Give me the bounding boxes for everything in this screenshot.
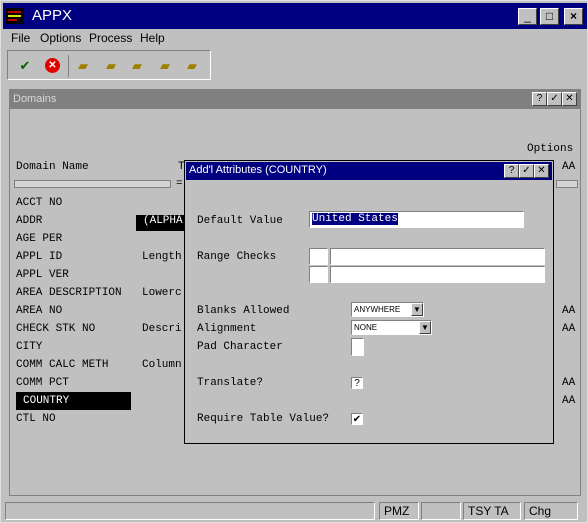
check-icon: ✓	[550, 93, 559, 104]
appx-logo-icon[interactable]	[6, 8, 24, 24]
list-item[interactable]: APPL VER	[16, 269, 131, 285]
list-item-desc: Column	[142, 359, 182, 371]
menu-help[interactable]: Help	[140, 31, 165, 45]
status-cell-tsy: TSY TA	[463, 502, 521, 520]
list-item-option: AA	[562, 377, 576, 389]
list-item[interactable]: AGE PER	[16, 233, 131, 249]
aa-header: AA	[562, 161, 576, 173]
status-message	[5, 502, 375, 520]
dialog-ok-button[interactable]: ✓	[519, 164, 534, 178]
options-column-scrollbar[interactable]	[556, 180, 578, 188]
range-check-op-1[interactable]	[309, 248, 328, 265]
blanks-allowed-value: ANYWHERE	[354, 305, 401, 314]
range-checks-label: Range Checks	[197, 251, 277, 263]
list-item-option: AA	[562, 305, 576, 317]
domains-title: Domains	[13, 93, 57, 105]
cancel-icon[interactable]: ✕	[42, 56, 64, 76]
eq-marker: =	[176, 178, 183, 190]
list-item-desc: (ALPHA	[136, 215, 188, 231]
list-item-option: AA	[562, 395, 576, 407]
list-item-desc: Descri	[142, 323, 182, 335]
status-cell-pmz: PMZ	[379, 502, 419, 520]
list-item-selected[interactable]: COUNTRY	[16, 392, 131, 410]
blanks-allowed-label: Blanks Allowed	[197, 305, 290, 317]
search-folder-icon[interactable]: ▰	[126, 56, 148, 76]
checkmark-icon: ✔	[352, 414, 362, 425]
pad-character-input[interactable]	[351, 338, 364, 356]
status-bar: PMZ TSY TA Chg	[3, 500, 587, 522]
chevron-down-icon[interactable]: ▼	[419, 321, 431, 334]
list-item[interactable]: ACCT NO	[16, 197, 131, 213]
title-bar[interactable]: APPX _ □ ×	[3, 3, 587, 29]
chevron-down-icon[interactable]: ▼	[411, 303, 423, 316]
dialog-close-button[interactable]: ✕	[534, 164, 549, 178]
domains-close-button[interactable]: ✕	[562, 92, 577, 106]
toolbar: ✔ ✕ ▰ ▰ ▰ ▰ ▰	[7, 50, 211, 80]
close-icon: ×	[569, 9, 577, 23]
list-item[interactable]: AREA NO	[16, 305, 131, 321]
status-cell-empty	[421, 502, 461, 520]
name-column-scrollbar[interactable]	[14, 180, 171, 188]
domains-help-button[interactable]: ?	[532, 92, 547, 106]
list-item[interactable]: COMM PCT	[16, 377, 131, 393]
list-item[interactable]: CTL NO	[16, 413, 131, 429]
list-item-desc: Length	[142, 251, 182, 263]
status-cell-chg: Chg	[524, 502, 578, 520]
help-icon: ?	[536, 93, 543, 104]
domains-title-bar[interactable]: Domains ? ✓ ✕	[10, 90, 580, 109]
list-item-desc: Lowerc	[142, 287, 182, 299]
menu-options[interactable]: Options	[40, 31, 81, 45]
range-check-op-2[interactable]	[309, 266, 328, 283]
range-check-value-1[interactable]	[330, 248, 545, 265]
list-item-option: AA	[562, 323, 576, 335]
help-icon: ?	[508, 165, 515, 176]
blanks-allowed-select[interactable]: ANYWHERE ▼	[351, 302, 424, 317]
default-value-label: Default Value	[197, 215, 283, 227]
minimize-button[interactable]: _	[518, 8, 537, 25]
translate-checkbox[interactable]: ?	[351, 377, 363, 389]
domains-ok-button[interactable]: ✓	[547, 92, 562, 106]
options-header: Options	[527, 143, 574, 155]
alignment-select[interactable]: NONE ▼	[351, 320, 432, 335]
list-item[interactable]: COMM CALC METH	[16, 359, 131, 375]
require-table-label: Require Table Value?	[197, 413, 330, 425]
menu-bar: File Options Process Help	[3, 29, 587, 47]
app-title: APPX	[32, 7, 73, 24]
close-icon: ✕	[565, 93, 574, 104]
dialog-help-button[interactable]: ?	[504, 164, 519, 178]
maximize-button[interactable]: □	[540, 8, 559, 25]
add-folder-icon[interactable]: ▰	[72, 56, 94, 76]
list-item[interactable]: CHECK STK NO	[16, 323, 131, 339]
attributes-dialog: Add'l Attributes (COUNTRY) ? ✓ ✕ Default…	[184, 160, 554, 444]
check-icon: ✓	[522, 165, 531, 176]
list-item[interactable]: APPL ID	[16, 251, 131, 267]
check-icon[interactable]: ✔	[14, 56, 36, 76]
alignment-value: NONE	[354, 323, 378, 332]
folder-check-icon[interactable]: ▰	[181, 56, 203, 76]
require-table-checkbox[interactable]: ✔	[351, 413, 363, 425]
app-window: APPX _ □ × File Options Process Help ✔ ✕…	[0, 0, 588, 523]
list-item[interactable]: CITY	[16, 341, 131, 357]
minimize-icon: _	[524, 9, 531, 23]
maximize-icon: □	[545, 9, 554, 23]
close-button[interactable]: ×	[564, 8, 583, 25]
default-value-input[interactable]: United States	[309, 211, 524, 228]
domain-name-header: Domain Name	[16, 161, 89, 173]
default-value-text: United States	[312, 213, 398, 225]
list-item[interactable]: AREA DESCRIPTION	[16, 287, 131, 303]
menu-process[interactable]: Process	[89, 31, 132, 45]
alignment-label: Alignment	[197, 323, 257, 335]
pad-character-label: Pad Character	[197, 341, 283, 353]
range-check-value-2[interactable]	[330, 266, 545, 283]
dialog-title-bar[interactable]: Add'l Attributes (COUNTRY) ? ✓ ✕	[186, 162, 552, 180]
dialog-title: Add'l Attributes (COUNTRY)	[189, 164, 327, 176]
close-icon: ✕	[537, 165, 546, 176]
menu-file[interactable]: File	[11, 31, 30, 45]
toolbar-separator	[68, 55, 69, 77]
translate-label: Translate?	[197, 377, 264, 389]
help-icon: ?	[354, 378, 360, 389]
edit-folder-icon[interactable]: ▰	[100, 56, 122, 76]
list-item[interactable]: ADDR	[16, 215, 131, 231]
delete-folder-icon[interactable]: ▰	[154, 56, 176, 76]
